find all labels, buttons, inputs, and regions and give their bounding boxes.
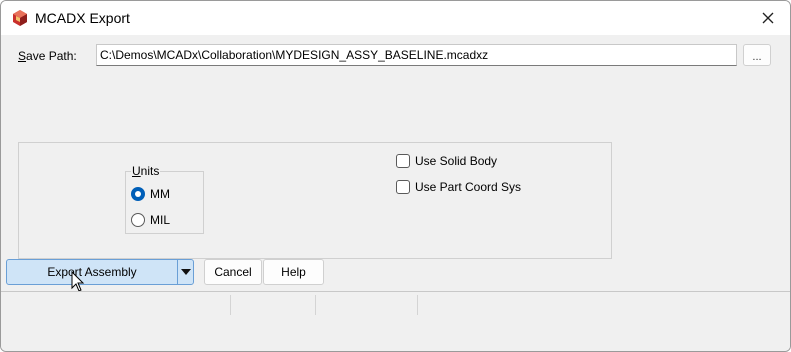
save-path-label-text: ave Path: bbox=[26, 49, 77, 63]
radio-selected-icon bbox=[131, 187, 145, 201]
checkbox-unchecked-icon bbox=[396, 180, 410, 194]
options-group: Units MM MIL Use Solid Body Use Part Coo… bbox=[18, 142, 612, 259]
cancel-button[interactable]: Cancel bbox=[204, 259, 262, 285]
units-legend: Units bbox=[131, 164, 161, 178]
window-title: MCADX Export bbox=[35, 10, 130, 26]
use-part-coord-sys-label: Use Part Coord Sys bbox=[415, 180, 522, 194]
units-mil-radio[interactable]: MIL bbox=[131, 212, 170, 228]
units-mm-radio[interactable]: MM bbox=[131, 186, 170, 202]
dialog-window: MCADX Export Save Path: C:\Demos\MCADx\C… bbox=[0, 0, 791, 352]
units-mil-label: MIL bbox=[150, 213, 171, 227]
title-bar[interactable]: MCADX Export bbox=[1, 1, 790, 35]
status-separator bbox=[315, 295, 316, 315]
status-bar bbox=[1, 291, 790, 318]
status-separator bbox=[417, 295, 418, 315]
dropdown-arrow-icon bbox=[180, 269, 191, 275]
radio-unselected-icon bbox=[131, 213, 145, 227]
browse-button[interactable]: ... bbox=[743, 44, 771, 66]
use-solid-body-checkbox[interactable]: Use Solid Body bbox=[396, 153, 497, 169]
help-button[interactable]: Help bbox=[263, 259, 324, 285]
export-assembly-button[interactable]: Export Assembly bbox=[7, 260, 177, 284]
status-separator bbox=[230, 295, 231, 315]
units-mm-label: MM bbox=[150, 187, 170, 201]
close-button[interactable] bbox=[746, 1, 790, 35]
units-legend-text: nits bbox=[140, 164, 160, 178]
mcadx-cube-icon bbox=[13, 10, 27, 26]
units-group: Units MM MIL bbox=[125, 164, 204, 234]
checkbox-unchecked-icon bbox=[396, 154, 410, 168]
mouse-pointer-icon bbox=[71, 271, 85, 292]
close-icon bbox=[762, 12, 774, 24]
use-solid-body-label: Use Solid Body bbox=[415, 154, 498, 168]
units-legend-accel: U bbox=[132, 164, 141, 178]
use-part-coord-sys-checkbox[interactable]: Use Part Coord Sys bbox=[396, 179, 521, 195]
save-path-input[interactable]: C:\Demos\MCADx\Collaboration\MYDESIGN_AS… bbox=[96, 44, 737, 66]
save-path-label: Save Path: bbox=[18, 49, 77, 63]
export-dropdown-button[interactable] bbox=[178, 260, 193, 284]
save-path-label-accel: S bbox=[18, 49, 27, 63]
export-assembly-split-button[interactable]: Export Assembly bbox=[6, 259, 194, 285]
